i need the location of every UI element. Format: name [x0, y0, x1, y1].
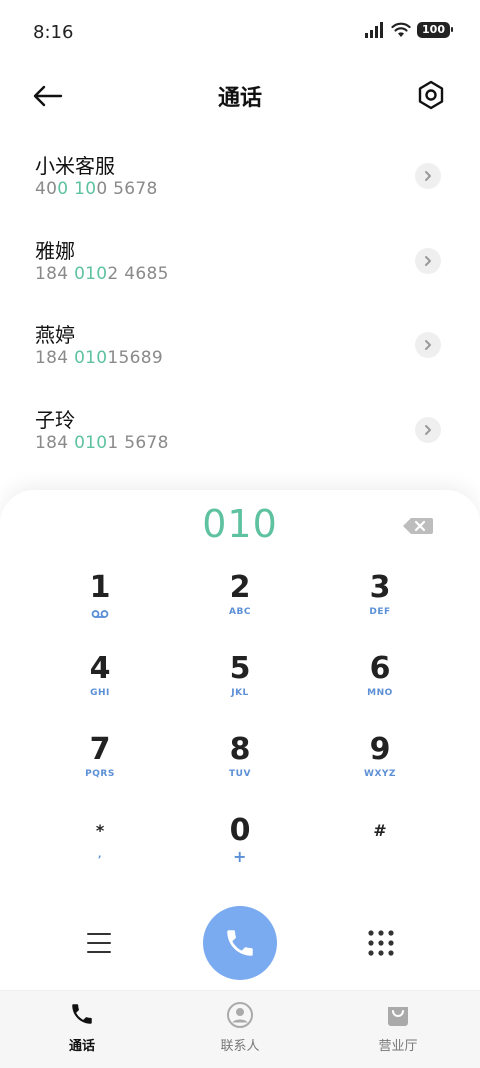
- contact-detail-button[interactable]: [415, 416, 441, 443]
- dial-key-3[interactable]: 3 DEF: [320, 570, 440, 640]
- nav-item-calls[interactable]: 通话: [22, 1001, 142, 1054]
- contact-icon: [180, 1001, 300, 1029]
- contact-row[interactable]: 雅娜 184 0102 4685: [0, 223, 480, 308]
- dial-key-star[interactable]: *,: [40, 813, 160, 883]
- key-letters: WXYZ: [364, 769, 396, 779]
- voicemail-icon: [40, 604, 160, 618]
- wifi-icon: [391, 22, 411, 37]
- key-digit: 1: [89, 570, 111, 605]
- nav-label: 营业厅: [378, 1039, 418, 1054]
- keypad-toggle-button[interactable]: [367, 929, 395, 957]
- key-digit: 8: [229, 732, 251, 767]
- key-digit: 7: [89, 732, 111, 767]
- call-button[interactable]: [203, 906, 277, 980]
- phone-icon: [227, 930, 253, 956]
- header: 通话: [0, 68, 480, 124]
- settings-icon: [418, 80, 444, 110]
- status-bar: 8:16 100: [0, 0, 480, 68]
- number-segment: 184: [35, 432, 75, 453]
- key-letters: GHI: [90, 688, 110, 698]
- dial-key-7[interactable]: 7 PQRS: [40, 732, 160, 802]
- number-segment: 40: [35, 179, 58, 199]
- backspace-icon: [403, 518, 433, 534]
- contact-number: 184 01015689: [35, 348, 163, 368]
- dial-key-4[interactable]: 4 GHI: [40, 651, 160, 721]
- nav-item-store[interactable]: 营业厅: [338, 1001, 458, 1054]
- contact-number: 184 0102 4685: [35, 264, 169, 284]
- chevron-right-icon: [425, 424, 431, 435]
- dial-key-1[interactable]: 1: [40, 570, 160, 640]
- dialpad-panel: 010 1 2 ABC 3 DEF 4 GHI 5 JKL 6 MNO 7 PQRS 8 TUV 9 WXYZ *…: [0, 490, 480, 1067]
- contact-detail-button[interactable]: [415, 247, 441, 274]
- number-segment: 15689: [107, 348, 164, 368]
- key-digit: #: [373, 821, 387, 840]
- contact-number: 400 100 5678: [35, 179, 158, 199]
- contact-name: 子玲: [35, 407, 75, 432]
- menu-button[interactable]: [86, 930, 112, 956]
- key-digit: 0: [229, 813, 251, 848]
- number-match-highlight: 010: [74, 263, 108, 284]
- chevron-right-icon: [425, 340, 431, 350]
- signal-icon: [365, 22, 384, 38]
- number-match-highlight: 10: [74, 179, 97, 199]
- chevron-right-icon: [425, 171, 431, 181]
- number-segment: 1 5678: [107, 432, 169, 453]
- contact-name: 小米客服: [35, 154, 115, 178]
- key-letters: PQRS: [85, 769, 115, 779]
- key-letters: ,: [98, 850, 102, 860]
- contact-number: 184 0101 5678: [35, 433, 169, 453]
- chevron-right-icon: [425, 255, 431, 266]
- key-digit: 5: [229, 651, 251, 686]
- number-segment: 184: [35, 263, 75, 284]
- shopping-bag-icon: [338, 1001, 458, 1029]
- number-segment: 2 4685: [107, 263, 169, 284]
- key-letters: JKL: [231, 688, 249, 698]
- key-digit: 6: [369, 651, 391, 686]
- key-letters: DEF: [369, 607, 391, 617]
- key-letters: MNO: [367, 688, 393, 698]
- dial-key-6[interactable]: 6 MNO: [320, 651, 440, 721]
- number-segment: 184: [35, 348, 75, 368]
- nav-label: 联系人: [220, 1039, 260, 1054]
- number-match-highlight: 0: [57, 179, 69, 199]
- nav-item-contacts[interactable]: 联系人: [180, 1001, 300, 1054]
- contact-detail-button[interactable]: [415, 163, 441, 189]
- number-match-highlight: 010: [74, 432, 108, 453]
- dial-key-2[interactable]: 2 ABC: [180, 570, 300, 640]
- dialpad-actions: [0, 906, 480, 982]
- menu-icon: [87, 933, 111, 953]
- key-digit: *: [95, 821, 105, 840]
- status-time: 8:16: [33, 22, 74, 43]
- key-digit: 4: [89, 651, 111, 686]
- contact-name: 燕婷: [35, 323, 75, 347]
- contact-detail-button[interactable]: [415, 332, 441, 358]
- dial-key-5[interactable]: 5 JKL: [180, 651, 300, 721]
- contact-name: 雅娜: [35, 238, 75, 263]
- settings-button[interactable]: [414, 78, 448, 112]
- number-segment: 0 5678: [96, 179, 158, 199]
- bottom-nav: 通话 联系人 营业厅: [0, 990, 480, 1068]
- contact-row[interactable]: 燕婷 184 01015689: [0, 307, 480, 392]
- key-letters: ABC: [229, 607, 251, 617]
- key-letters: TUV: [229, 769, 251, 779]
- dial-key-9[interactable]: 9 WXYZ: [320, 732, 440, 802]
- contact-row[interactable]: 子玲 184 0101 5678: [0, 392, 480, 477]
- number-match-highlight: 010: [74, 348, 108, 368]
- phone-icon: [22, 1001, 142, 1029]
- nav-label: 通话: [68, 1039, 95, 1054]
- grid-dots-icon: [368, 930, 394, 956]
- key-digit: 9: [369, 732, 391, 767]
- backspace-button[interactable]: [401, 514, 435, 538]
- key-digit: 3: [369, 570, 391, 605]
- dial-key-0[interactable]: 0 +: [180, 813, 300, 883]
- dial-key-hash[interactable]: #: [320, 813, 440, 883]
- status-icons: 100: [365, 22, 453, 38]
- battery-indicator: 100: [417, 22, 453, 38]
- key-letters: +: [233, 847, 247, 866]
- contact-row[interactable]: 小米客服 400 100 5678: [0, 138, 480, 223]
- page-title: 通话: [217, 86, 262, 111]
- dial-key-8[interactable]: 8 TUV: [180, 732, 300, 802]
- key-digit: 2: [229, 570, 251, 605]
- contact-list: 小米客服 400 100 5678 雅娜 184 0102 4685 燕婷 184 010…: [0, 138, 480, 476]
